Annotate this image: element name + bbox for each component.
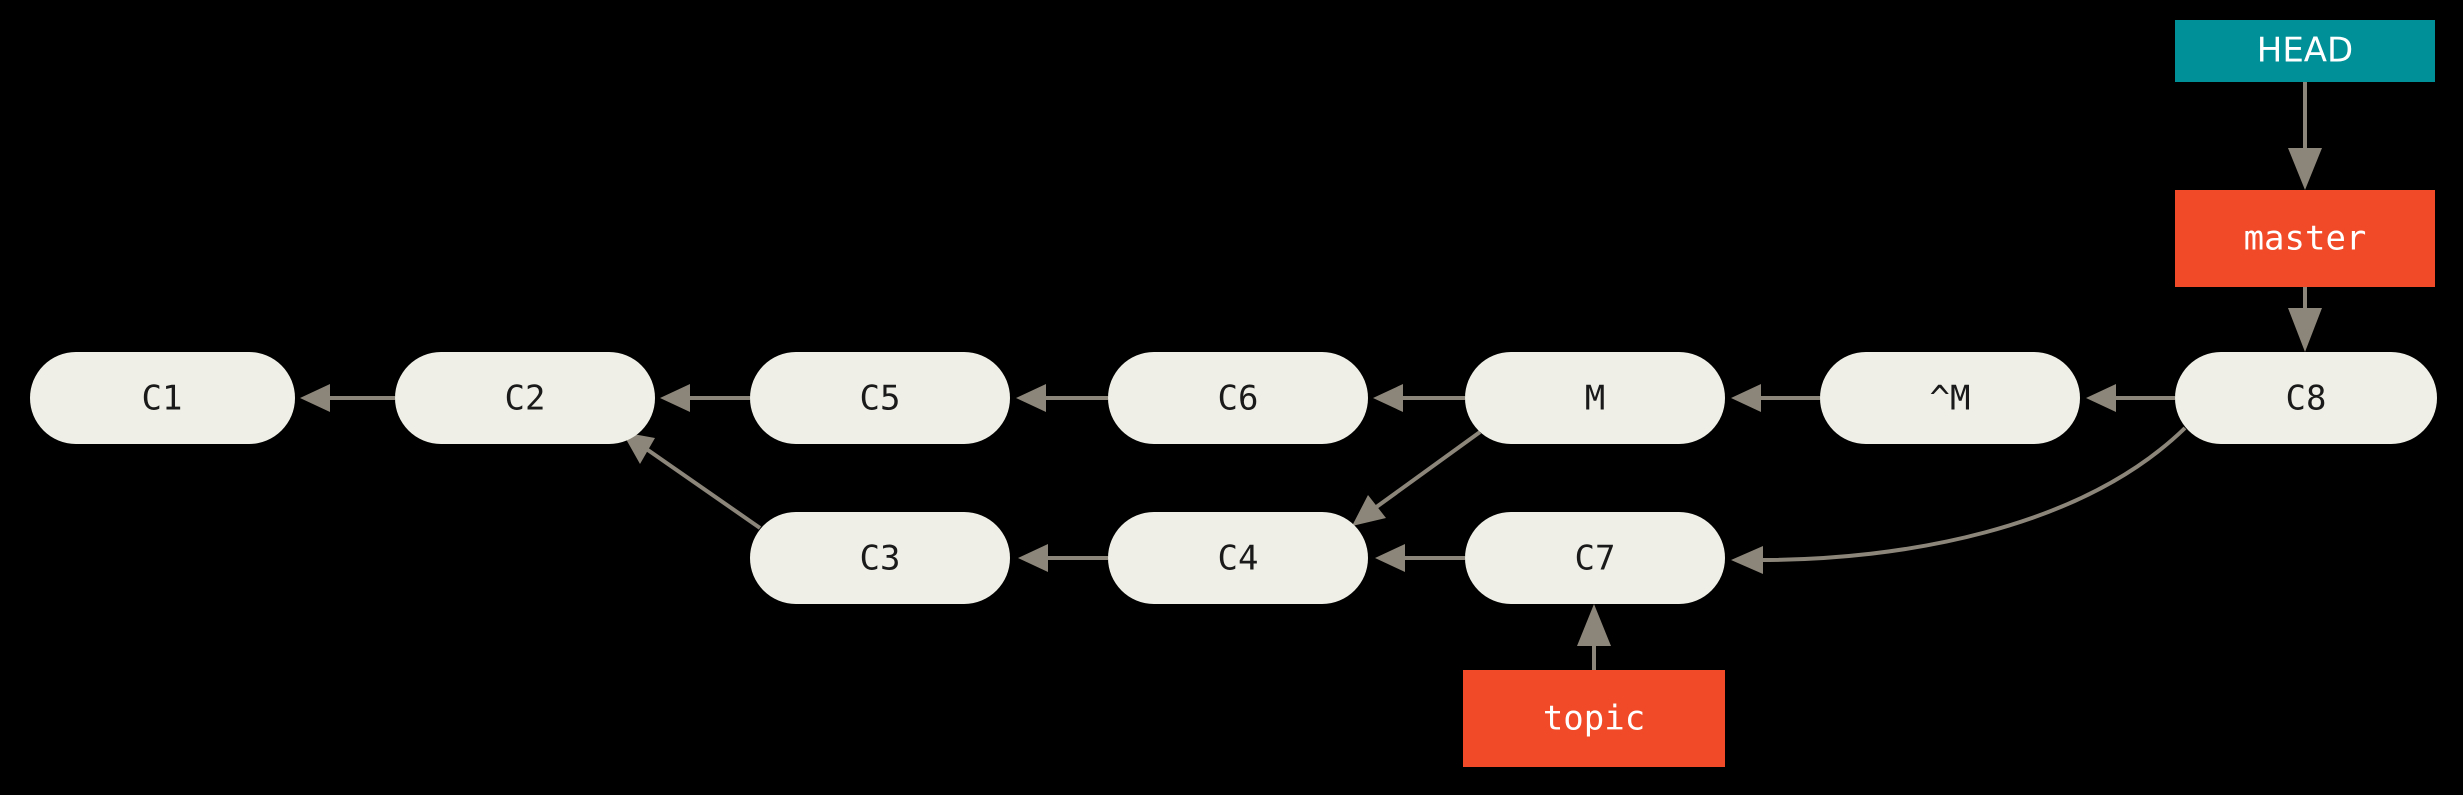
- edge-m-to-c4: [1352, 430, 1482, 526]
- ref-box-label: topic: [1543, 699, 1645, 739]
- edge-topic-to-c7: [1577, 604, 1611, 670]
- commit-nodes-layer: C1 C2 C5 C6 M ^M C8 C3 C4 C7: [30, 352, 2437, 604]
- arrowhead-m-c4: [1352, 495, 1386, 526]
- arrowhead-c2-c1: [300, 384, 330, 412]
- commit-node-c5[interactable]: C5: [750, 352, 1010, 444]
- edge-line-m-c4: [1373, 430, 1482, 510]
- edge-c8-to-c7: [1731, 426, 2187, 574]
- edge-master-to-c8: [2288, 287, 2322, 352]
- git-graph-diagram: C1 C2 C5 C6 M ^M C8 C3 C4 C7 HEAD master…: [0, 0, 2463, 795]
- edge-c7-to-c4: [1375, 544, 1465, 572]
- ref-box-label: HEAD: [2257, 31, 2354, 71]
- ref-box-master[interactable]: master: [2175, 190, 2435, 287]
- commit-node-c8[interactable]: C8: [2175, 352, 2437, 444]
- commit-node-label: C4: [1218, 539, 1259, 579]
- commit-node-label: C2: [505, 379, 546, 419]
- commit-node-label: C1: [142, 379, 183, 419]
- arrowhead-head-master: [2288, 148, 2322, 190]
- edge-c4-to-c3: [1018, 544, 1108, 572]
- commit-node-label: M: [1585, 379, 1605, 419]
- commit-node-c3[interactable]: C3: [750, 512, 1010, 604]
- edge-line-c8-c7: [1759, 426, 2187, 562]
- edge-c5-to-c2: [660, 384, 750, 412]
- arrowhead-c8-c7: [1731, 546, 1763, 574]
- arrowhead-m-c6: [1373, 384, 1403, 412]
- commit-node-label: C5: [860, 379, 901, 419]
- edge-head-to-master: [2288, 82, 2322, 190]
- arrowhead-c6-c5: [1016, 384, 1046, 412]
- edge-c3-to-c2: [622, 432, 762, 530]
- commit-node-label: C3: [860, 539, 901, 579]
- arrowhead-master-c8: [2288, 308, 2322, 352]
- edge-c2-to-c1: [300, 384, 395, 412]
- commit-node-label: ^M: [1930, 379, 1971, 419]
- commit-node-label: C8: [2286, 379, 2327, 419]
- commit-node-c7[interactable]: C7: [1465, 512, 1725, 604]
- arrowhead-c7-c4: [1375, 544, 1405, 572]
- commit-node-c1[interactable]: C1: [30, 352, 295, 444]
- commit-node-c6[interactable]: C6: [1108, 352, 1368, 444]
- arrowhead-c8-cm: [2086, 384, 2116, 412]
- commit-node-m[interactable]: M: [1465, 352, 1725, 444]
- commit-node-caret-m[interactable]: ^M: [1820, 352, 2080, 444]
- arrowhead-topic-c7: [1577, 604, 1611, 646]
- ref-box-topic[interactable]: topic: [1463, 670, 1725, 767]
- edge-c6-to-c5: [1016, 384, 1108, 412]
- arrowhead-c5-c2: [660, 384, 690, 412]
- edge-line-c3-c2: [643, 446, 762, 530]
- edge-c8-to-cm: [2086, 384, 2175, 412]
- edge-cm-to-m: [1731, 384, 1820, 412]
- ref-box-label: master: [2244, 219, 2367, 259]
- arrowhead-c4-c3: [1018, 544, 1048, 572]
- edge-m-to-c6: [1373, 384, 1465, 412]
- commit-node-label: C7: [1575, 539, 1616, 579]
- commit-node-c4[interactable]: C4: [1108, 512, 1368, 604]
- arrowhead-cm-m: [1731, 384, 1761, 412]
- commit-node-c2[interactable]: C2: [395, 352, 655, 444]
- ref-box-head[interactable]: HEAD: [2175, 20, 2435, 82]
- commit-node-label: C6: [1218, 379, 1259, 419]
- git-graph-canvas: C1 C2 C5 C6 M ^M C8 C3 C4 C7 HEAD master…: [30, 20, 2437, 767]
